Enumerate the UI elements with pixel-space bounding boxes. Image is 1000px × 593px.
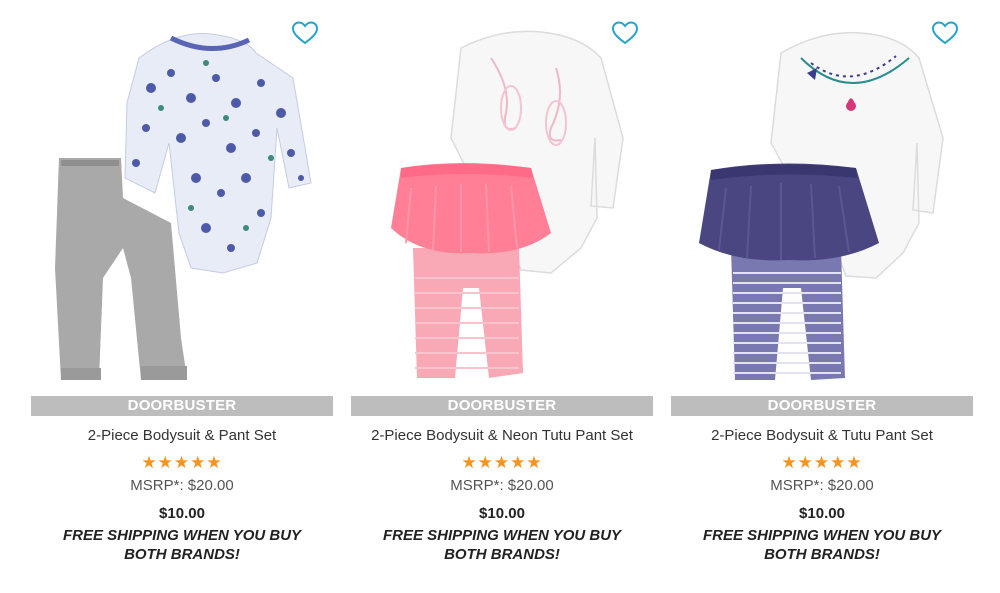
product-info: 2-Piece Bodysuit & Neon Tutu Pant Set ★★…: [351, 426, 653, 564]
doorbuster-badge: DOORBUSTER: [351, 396, 653, 416]
star-rating: ★★★★★: [461, 453, 543, 472]
product-grid: DOORBUSTER 2-Piece Bodysuit & Pant Set ★…: [0, 0, 1000, 593]
product-image[interactable]: [31, 18, 333, 388]
sale-price: $10.00: [479, 505, 525, 522]
shipping-promo: FREE SHIPPING WHEN YOU BUY BOTH BRANDS!: [702, 527, 942, 563]
product-card: DOORBUSTER 2-Piece Bodysuit & Pant Set ★…: [31, 0, 333, 593]
doorbuster-badge: DOORBUSTER: [31, 396, 333, 416]
product-name[interactable]: 2-Piece Bodysuit & Tutu Pant Set: [671, 426, 973, 446]
product-image[interactable]: [671, 18, 973, 388]
product-image[interactable]: [351, 18, 653, 388]
sale-price: $10.00: [799, 505, 845, 522]
sale-price: $10.00: [159, 505, 205, 522]
product-name[interactable]: 2-Piece Bodysuit & Pant Set: [31, 426, 333, 446]
product-name[interactable]: 2-Piece Bodysuit & Neon Tutu Pant Set: [351, 426, 653, 446]
product-card: DOORBUSTER 2-Piece Bodysuit & Tutu Pant …: [671, 0, 973, 593]
product-card: DOORBUSTER 2-Piece Bodysuit & Neon Tutu …: [351, 0, 653, 593]
shipping-promo: FREE SHIPPING WHEN YOU BUY BOTH BRANDS!: [62, 527, 302, 563]
product-info: 2-Piece Bodysuit & Tutu Pant Set ★★★★★ M…: [671, 426, 973, 564]
star-rating: ★★★★★: [781, 453, 863, 472]
star-rating: ★★★★★: [141, 453, 223, 472]
product-info: 2-Piece Bodysuit & Pant Set ★★★★★ MSRP*:…: [31, 426, 333, 564]
msrp-price: MSRP*: $20.00: [770, 477, 874, 494]
msrp-price: MSRP*: $20.00: [450, 477, 554, 494]
doorbuster-badge: DOORBUSTER: [671, 396, 973, 416]
msrp-price: MSRP*: $20.00: [130, 477, 234, 494]
shipping-promo: FREE SHIPPING WHEN YOU BUY BOTH BRANDS!: [382, 527, 622, 563]
